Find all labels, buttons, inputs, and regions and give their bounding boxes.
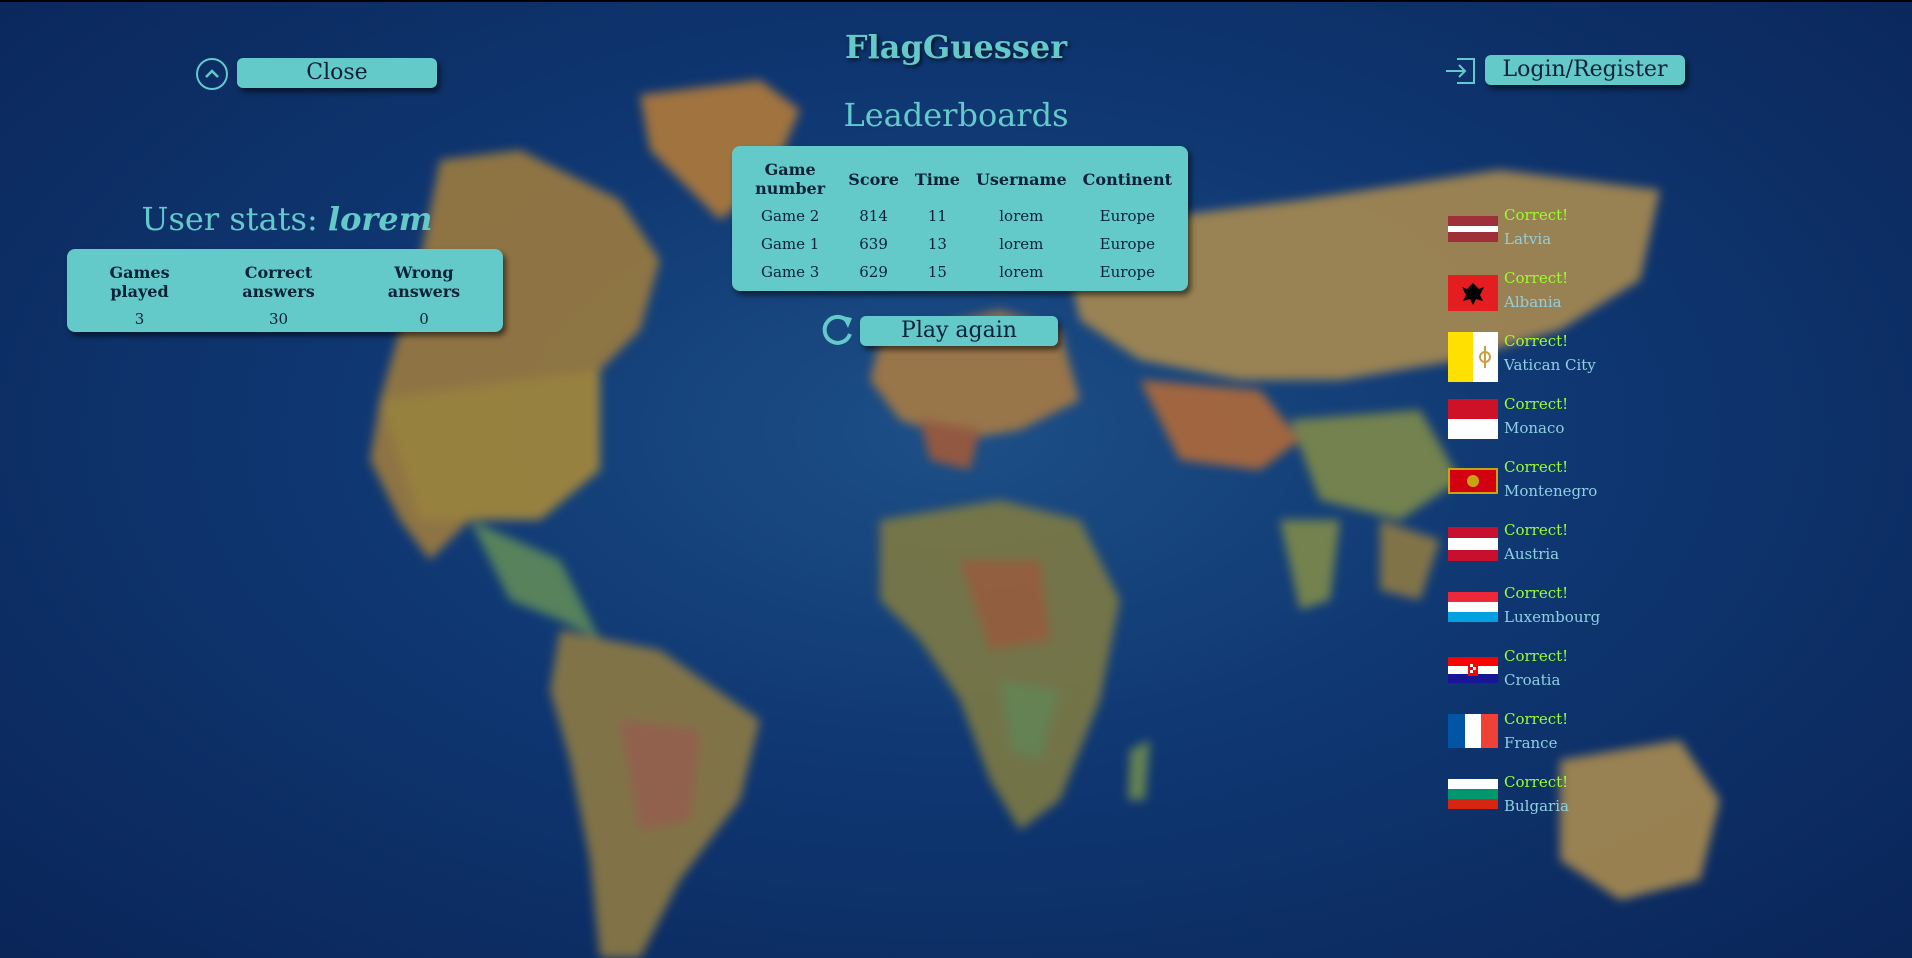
column-header: Correct answers <box>242 263 315 301</box>
column-header: Score <box>848 169 899 189</box>
table-cell: 13 <box>927 235 947 253</box>
result-country: Vatican City <box>1504 356 1596 374</box>
result-status: Correct! <box>1504 521 1569 539</box>
result-status: Correct! <box>1504 710 1569 728</box>
result-item: Correct! Albania <box>1448 269 1648 321</box>
user-stats-label: User stats: <box>141 200 318 238</box>
result-item: Correct! France <box>1448 710 1648 762</box>
user-stats-title: User stats: lorem <box>67 200 507 238</box>
table-cell: 814 <box>859 207 888 225</box>
column-header: Games played <box>109 263 170 301</box>
table-cell: 15 <box>927 263 947 281</box>
bulgaria-flag-icon <box>1448 779 1498 809</box>
leaderboards-header-row: Game number Score Time Username Continen… <box>740 156 1180 202</box>
result-status: Correct! <box>1504 206 1569 224</box>
result-country: Austria <box>1504 545 1560 563</box>
france-flag-icon <box>1448 714 1498 748</box>
result-item: Correct! Bulgaria <box>1448 773 1648 825</box>
result-item: Correct! Vatican City <box>1448 332 1648 384</box>
albania-flag-icon <box>1448 275 1498 311</box>
table-cell: 639 <box>859 235 888 253</box>
table-cell: 629 <box>859 263 888 281</box>
login-icon[interactable] <box>1443 56 1477 86</box>
result-status: Correct! <box>1504 395 1569 413</box>
table-cell: Game 3 <box>760 263 820 281</box>
table-cell: Game 1 <box>760 235 820 253</box>
leaderboards-table: Game number Score Time Username Continen… <box>740 156 1180 286</box>
result-item: Correct! Austria <box>1448 521 1648 573</box>
column-header: Wrong answers <box>387 263 461 301</box>
table-cell: 30 <box>268 310 289 328</box>
table-cell: lorem <box>999 263 1044 281</box>
result-country: Montenegro <box>1504 482 1598 500</box>
result-item: Correct! Latvia <box>1448 206 1648 258</box>
column-header: Time <box>914 169 960 189</box>
monaco-flag-icon <box>1448 399 1498 439</box>
user-stats-panel: Games played Correct answers Wrong answe… <box>67 249 503 332</box>
table-cell: Game 2 <box>760 207 820 225</box>
latvia-flag-icon <box>1448 216 1498 242</box>
table-cell: lorem <box>999 207 1044 225</box>
result-item: Correct! Luxembourg <box>1448 584 1648 636</box>
table-row: 3 30 0 <box>75 305 495 333</box>
table-row: Game 2 814 11 lorem Europe <box>740 202 1180 230</box>
table-cell: Europe <box>1099 207 1155 225</box>
table-cell: lorem <box>999 235 1044 253</box>
austria-flag-icon <box>1448 527 1498 561</box>
table-cell: 0 <box>419 310 429 328</box>
result-country: France <box>1504 734 1558 752</box>
result-status: Correct! <box>1504 332 1569 350</box>
croatia-flag-icon <box>1448 657 1498 683</box>
table-cell: Europe <box>1099 235 1155 253</box>
result-status: Correct! <box>1504 647 1569 665</box>
result-status: Correct! <box>1504 773 1569 791</box>
result-item: Correct! Croatia <box>1448 647 1648 699</box>
result-country: Latvia <box>1504 230 1552 248</box>
table-cell: Europe <box>1099 263 1155 281</box>
user-stats-header-row: Games played Correct answers Wrong answe… <box>75 259 495 305</box>
play-again-button[interactable]: Play again <box>860 316 1058 346</box>
result-item: Correct! Monaco <box>1448 395 1648 447</box>
result-item: Correct! Montenegro <box>1448 458 1648 510</box>
result-status: Correct! <box>1504 584 1569 602</box>
result-country: Albania <box>1504 293 1562 311</box>
login-register-button[interactable]: Login/Register <box>1485 55 1685 85</box>
montenegro-flag-icon <box>1448 468 1498 494</box>
leaderboards-panel: Game number Score Time Username Continen… <box>732 146 1188 291</box>
result-country: Monaco <box>1504 419 1565 437</box>
refresh-icon[interactable] <box>818 312 856 350</box>
table-cell: 3 <box>134 310 145 328</box>
result-status: Correct! <box>1504 458 1569 476</box>
vatican-flag-icon <box>1448 332 1498 382</box>
user-stats-username: lorem <box>327 200 433 238</box>
result-status: Correct! <box>1504 269 1569 287</box>
table-cell: 11 <box>927 207 947 225</box>
column-header: Continent <box>1082 169 1172 189</box>
table-row: Game 1 639 13 lorem Europe <box>740 230 1180 258</box>
luxembourg-flag-icon <box>1448 592 1498 622</box>
top-border <box>0 0 1912 2</box>
result-country: Bulgaria <box>1504 797 1569 815</box>
table-row: Game 3 629 15 lorem Europe <box>740 258 1180 286</box>
column-header: Game number <box>755 160 826 198</box>
column-header: Username <box>975 169 1067 189</box>
leaderboards-title: Leaderboards <box>843 96 1069 134</box>
user-stats-table: Games played Correct answers Wrong answe… <box>75 259 495 333</box>
result-country: Croatia <box>1504 671 1561 689</box>
result-country: Luxembourg <box>1504 608 1601 626</box>
